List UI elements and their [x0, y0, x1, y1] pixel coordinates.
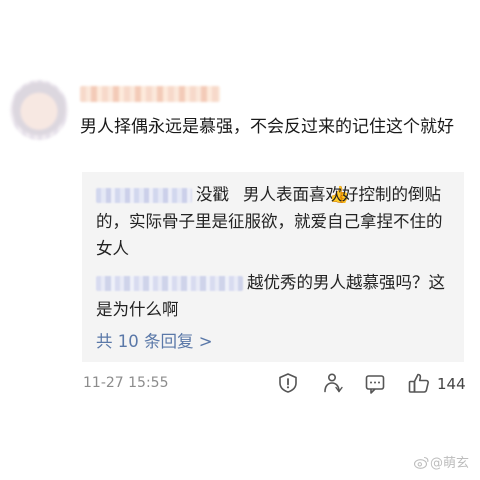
comment-timestamp: 11-27 15:55: [83, 375, 169, 391]
reply-item: 没戳 👍男人表面喜欢好控制的倒贴的，实际骨子里是征服欲，就爱自己拿捏不住的女人: [96, 181, 452, 262]
reply-text: 越优秀的男人越慕强吗？这是为什么啊: [96, 273, 445, 319]
reply-item: 越优秀的男人越慕强吗？这是为什么啊: [96, 269, 452, 323]
username-blurred[interactable]: [80, 86, 220, 102]
watermark: @萌玄: [413, 452, 470, 473]
reply-text-end: 男人表面喜欢好控制的倒贴的，实际骨子里是征服欲，就爱自己拿捏不住的女人: [96, 185, 443, 258]
weibo-icon: [413, 456, 429, 473]
watermark-text: @萌玄: [430, 456, 470, 471]
comment-text: 男人择偶永远是慕强，不会反过来的记住这个就好: [80, 117, 454, 137]
view-more-replies-link[interactable]: 共 10 条回复 >: [96, 328, 213, 352]
reply-text-start: 没戳: [196, 185, 229, 204]
thumbs-up-emoji: 👍: [329, 185, 350, 204]
like-count: 144: [437, 375, 466, 393]
avatar[interactable]: [10, 80, 68, 140]
comment-icon[interactable]: [364, 373, 386, 395]
report-icon[interactable]: [277, 372, 299, 394]
thumbs-up-icon[interactable]: [407, 371, 431, 395]
share-icon[interactable]: [321, 372, 343, 394]
